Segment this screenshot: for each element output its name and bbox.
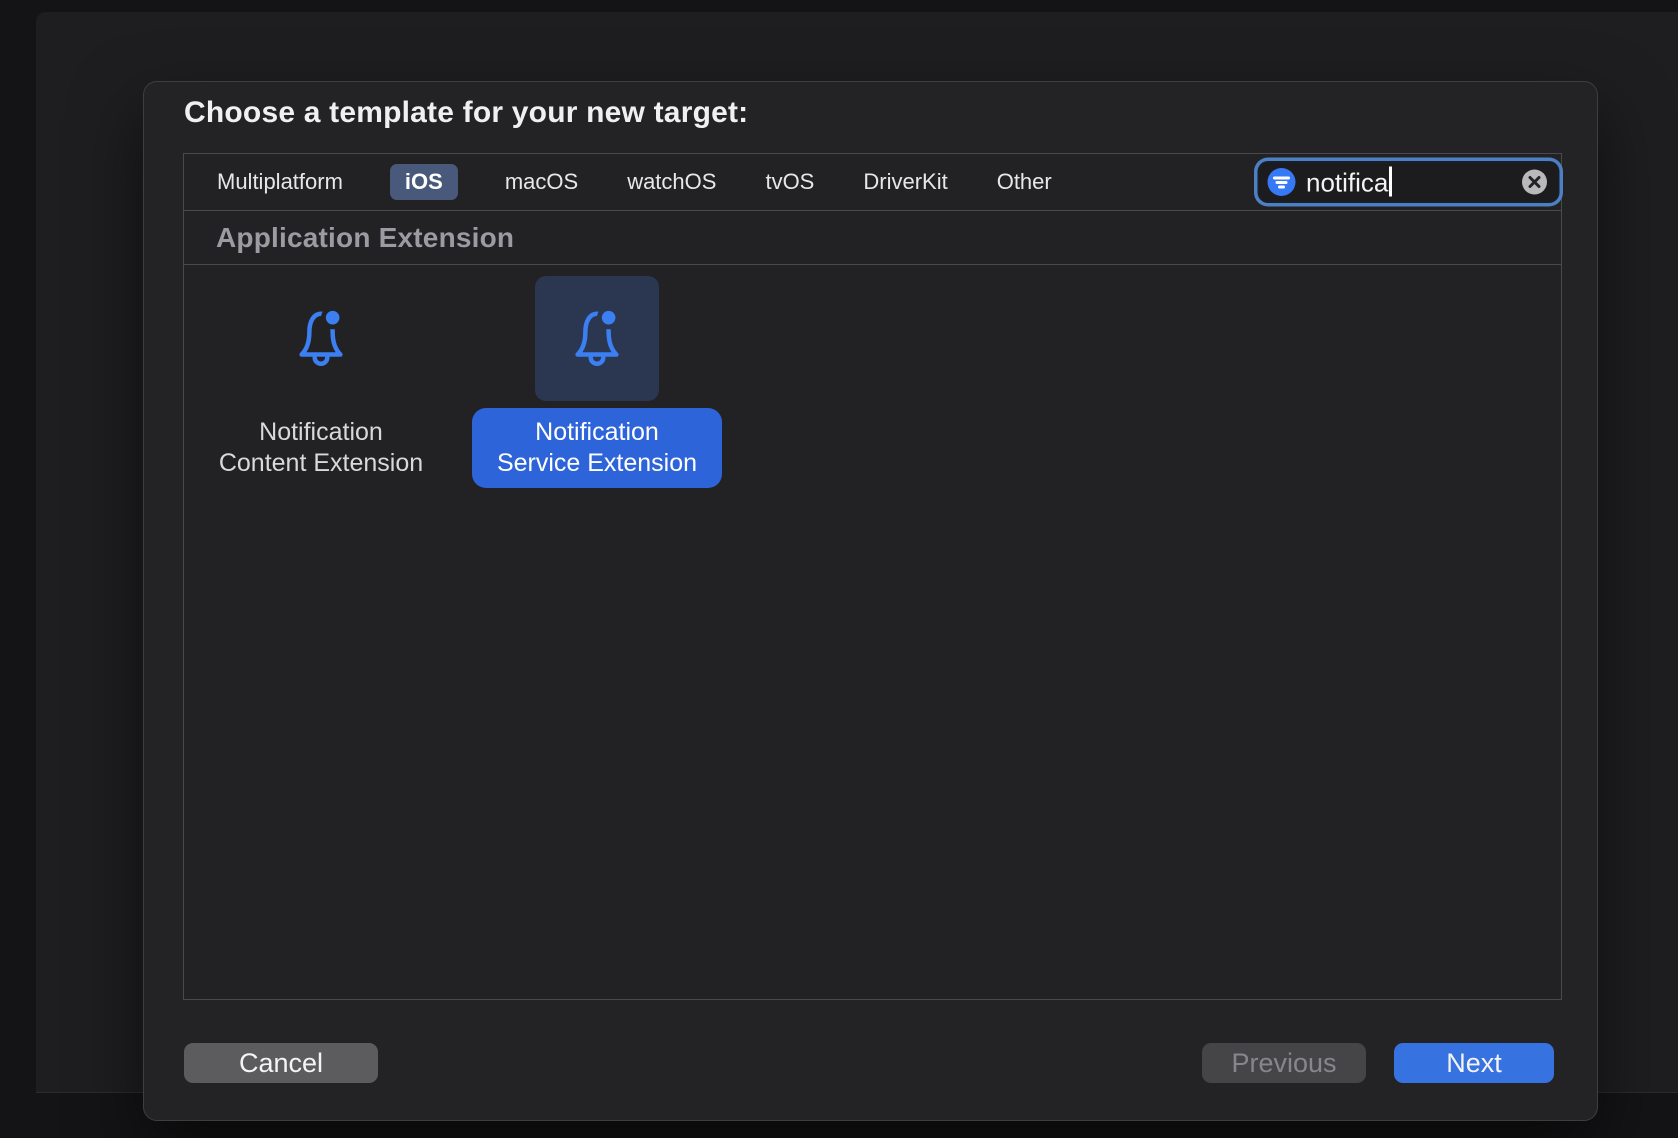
template-chooser: Multiplatform iOS macOS watchOS tvOS Dri… (183, 153, 1562, 1000)
search-text: notifica (1306, 166, 1521, 198)
template-grid: Notification Content Extension Notificat… (184, 265, 1561, 488)
tab-driverkit[interactable]: DriverKit (861, 164, 949, 200)
tab-watchos[interactable]: watchOS (625, 164, 718, 200)
template-notification-content-extension[interactable]: Notification Content Extension (190, 276, 452, 488)
text-cursor (1389, 166, 1392, 196)
new-target-template-dialog: Choose a template for your new target: M… (143, 81, 1598, 1121)
search-input[interactable]: notifica (1259, 163, 1558, 202)
tab-tvos[interactable]: tvOS (763, 164, 816, 200)
previous-button[interactable]: Previous (1202, 1043, 1366, 1083)
template-tile-selected (535, 276, 659, 401)
next-button[interactable]: Next (1394, 1043, 1554, 1083)
template-notification-service-extension[interactable]: Notification Service Extension (466, 276, 728, 488)
dialog-title: Choose a template for your new target: (184, 96, 748, 130)
section-header-application-extension: Application Extension (184, 211, 1561, 265)
template-label: Notification Content Extension (205, 408, 437, 488)
dialog-footer: Cancel Previous Next (184, 1043, 1554, 1083)
tab-ios[interactable]: iOS (390, 164, 458, 200)
platform-tabbar: Multiplatform iOS macOS watchOS tvOS Dri… (184, 154, 1561, 211)
tab-macos[interactable]: macOS (503, 164, 580, 200)
filter-lines-icon[interactable] (1267, 168, 1296, 197)
cancel-button[interactable]: Cancel (184, 1043, 378, 1083)
template-tile (259, 276, 383, 401)
tab-multiplatform[interactable]: Multiplatform (215, 164, 345, 200)
bell-badge-icon (564, 304, 630, 374)
bell-badge-icon (288, 304, 354, 374)
tab-other[interactable]: Other (995, 164, 1054, 200)
clear-circle-icon[interactable] (1521, 169, 1548, 196)
template-label-selected: Notification Service Extension (472, 408, 722, 488)
